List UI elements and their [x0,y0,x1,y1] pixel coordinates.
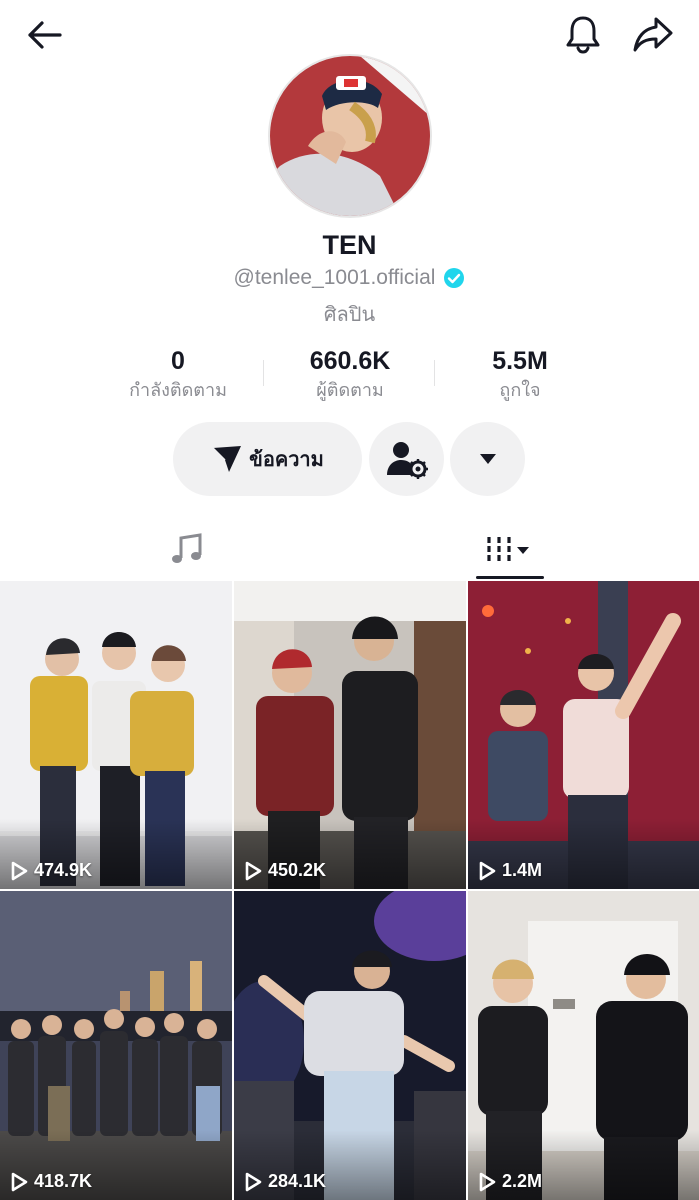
view-count-text: 450.2K [268,860,327,880]
video-tile[interactable]: 284.1K [234,891,466,1200]
stat-label: ผู้ติดตาม [316,380,384,401]
notifications-button[interactable] [556,10,610,58]
play-icon [479,1172,496,1191]
stat-value: 660.6K [309,347,391,375]
view-count: 418.7K [10,1171,92,1192]
profile-name: TEN [322,230,377,260]
video-tile[interactable]: 450.2K [234,581,466,889]
stat-following[interactable]: 0 กำลังติดตาม [108,344,248,404]
stat-label: กำลังติดตาม [129,380,227,401]
stat-likes[interactable]: 5.5M ถูกใจ [450,344,590,404]
view-count-text: 418.7K [34,1171,93,1191]
play-icon [479,861,496,880]
play-icon [245,861,262,880]
stat-value: 5.5M [492,347,548,375]
play-icon [11,1172,28,1191]
play-icon [11,861,28,880]
stat-value: 0 [171,347,185,375]
share-button[interactable] [624,10,682,58]
video-tile[interactable]: 418.7K [0,891,232,1200]
view-count-text: 2.2M [502,1171,543,1191]
view-count: 474.9K [10,860,92,881]
message-button-label: ข้อความ [249,447,324,471]
profile-handle: @tenlee_1001.official [233,266,436,289]
share-icon [633,17,673,52]
tab-active-indicator [476,576,544,579]
tab-music[interactable] [150,520,224,578]
profile-avatar[interactable] [268,54,432,218]
profile-category: ศิลปิน [323,302,376,326]
view-count: 1.4M [478,860,542,881]
back-arrow-icon [28,21,62,49]
view-count-text: 284.1K [268,1171,327,1191]
send-icon [212,446,242,472]
back-button[interactable] [16,12,72,58]
view-count: 450.2K [244,860,326,881]
user-settings-icon [386,442,428,479]
view-count-text: 1.4M [502,860,543,880]
view-count-text: 474.9K [34,860,93,880]
video-grid-icon [487,537,529,563]
more-options-button[interactable] [450,422,525,496]
video-tile[interactable]: 2.2M [468,891,699,1200]
stat-followers[interactable]: 660.6K ผู้ติดตาม [280,344,420,404]
video-tile[interactable]: 474.9K [0,581,232,889]
verified-badge-icon [444,268,465,288]
message-button[interactable]: ข้อความ [173,422,362,496]
view-count: 2.2M [478,1171,542,1192]
music-note-icon [172,533,202,563]
bell-icon [566,16,600,54]
video-tile[interactable]: 1.4M [468,581,699,889]
play-icon [245,1172,262,1191]
dropdown-arrow-icon [479,454,496,464]
stat-divider [434,360,435,386]
view-count: 284.1K [244,1171,326,1192]
stat-divider [263,360,264,386]
handle-row: @tenlee_1001.official [0,266,699,290]
tab-videos[interactable] [476,520,544,578]
add-friend-button[interactable] [369,422,444,496]
stat-label: ถูกใจ [499,380,541,401]
